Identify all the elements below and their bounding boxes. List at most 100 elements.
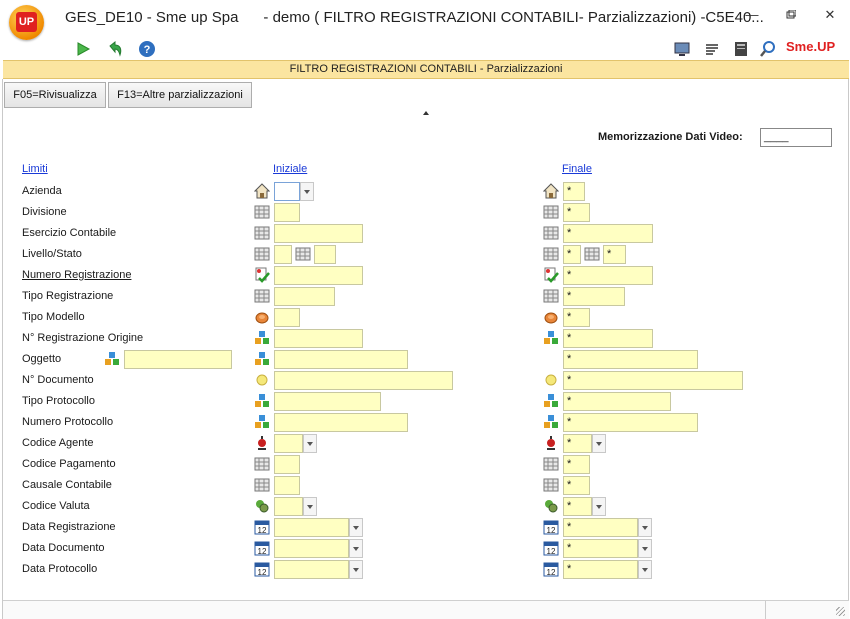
final-field[interactable]: * bbox=[563, 518, 638, 537]
table-icon[interactable] bbox=[254, 456, 270, 472]
calendar-icon[interactable]: 12 bbox=[254, 561, 270, 577]
final-field[interactable]: * bbox=[563, 266, 653, 285]
f05-refresh-button[interactable]: F05=Rivisualizza bbox=[4, 82, 106, 108]
final-field[interactable]: * bbox=[563, 560, 638, 579]
table-icon[interactable] bbox=[543, 288, 559, 304]
initial-field[interactable] bbox=[274, 329, 363, 348]
final-field[interactable]: * bbox=[563, 308, 590, 327]
f13-more-filters-button[interactable]: F13=Altre parzializzazioni bbox=[108, 82, 252, 108]
final-field[interactable]: * bbox=[563, 497, 592, 516]
initial-field[interactable] bbox=[274, 455, 300, 474]
col-header-limiti[interactable]: Limiti bbox=[22, 163, 48, 175]
calendar-icon[interactable]: 12 bbox=[254, 540, 270, 556]
final-field[interactable]: * bbox=[563, 476, 590, 495]
final-field[interactable]: * bbox=[563, 434, 592, 453]
chevron-down-icon[interactable] bbox=[303, 434, 317, 453]
chevron-down-icon[interactable] bbox=[592, 434, 606, 453]
house-icon[interactable] bbox=[253, 183, 271, 199]
livello-final-field[interactable]: * bbox=[563, 245, 581, 264]
initial-field[interactable] bbox=[274, 497, 303, 516]
chevron-down-icon[interactable] bbox=[638, 539, 652, 558]
check-doc-icon[interactable] bbox=[543, 267, 559, 283]
final-field[interactable]: * bbox=[563, 224, 653, 243]
final-field[interactable]: * bbox=[563, 392, 671, 411]
chevron-down-icon[interactable] bbox=[638, 518, 652, 537]
calendar-icon[interactable]: 12 bbox=[543, 561, 559, 577]
table-icon[interactable] bbox=[295, 246, 311, 262]
house-icon[interactable] bbox=[542, 183, 560, 199]
cubes-icon[interactable] bbox=[254, 414, 270, 430]
magnifier-icon[interactable] bbox=[759, 40, 777, 58]
final-field[interactable]: * bbox=[563, 203, 590, 222]
table-icon[interactable] bbox=[543, 204, 559, 220]
initial-field[interactable] bbox=[274, 287, 335, 306]
initial-field[interactable] bbox=[274, 413, 408, 432]
cubes-icon[interactable] bbox=[543, 393, 559, 409]
initial-field[interactable] bbox=[274, 434, 303, 453]
cubes-icon[interactable] bbox=[543, 414, 559, 430]
currency-icon[interactable] bbox=[543, 498, 559, 514]
col-header-iniziale[interactable]: Iniziale bbox=[273, 163, 307, 175]
cubes-icon[interactable] bbox=[254, 393, 270, 409]
coin-icon[interactable] bbox=[254, 309, 270, 325]
circle-icon[interactable] bbox=[254, 372, 270, 388]
maximize-icon[interactable] bbox=[776, 6, 806, 26]
table-icon[interactable] bbox=[254, 477, 270, 493]
chevron-down-icon[interactable] bbox=[592, 497, 606, 516]
chevron-down-icon[interactable] bbox=[303, 497, 317, 516]
back-arrow-icon[interactable] bbox=[106, 40, 124, 58]
cubes-icon[interactable] bbox=[254, 330, 270, 346]
table-icon[interactable] bbox=[543, 477, 559, 493]
play-icon[interactable] bbox=[74, 40, 92, 58]
initial-field[interactable] bbox=[274, 560, 349, 579]
final-field[interactable]: * bbox=[563, 413, 698, 432]
col-header-finale[interactable]: Finale bbox=[562, 163, 592, 175]
memo-input[interactable]: ____ bbox=[760, 128, 832, 147]
table-icon[interactable] bbox=[543, 246, 559, 262]
final-field[interactable]: * bbox=[563, 350, 698, 369]
initial-field[interactable] bbox=[274, 392, 381, 411]
table-icon[interactable] bbox=[254, 225, 270, 241]
coin-icon[interactable] bbox=[543, 309, 559, 325]
chevron-down-icon[interactable] bbox=[638, 560, 652, 579]
table-icon[interactable] bbox=[543, 225, 559, 241]
chevron-down-icon[interactable] bbox=[349, 539, 363, 558]
table-icon[interactable] bbox=[254, 288, 270, 304]
stato-final-field[interactable]: * bbox=[603, 245, 626, 264]
final-field[interactable]: * bbox=[563, 287, 625, 306]
circle-icon[interactable] bbox=[543, 372, 559, 388]
monitor-icon[interactable] bbox=[673, 40, 691, 58]
check-doc-icon[interactable] bbox=[254, 267, 270, 283]
agent-icon[interactable] bbox=[543, 435, 559, 451]
initial-field[interactable] bbox=[274, 539, 349, 558]
final-field[interactable]: * bbox=[563, 539, 638, 558]
table-icon[interactable] bbox=[254, 246, 270, 262]
final-field[interactable]: * bbox=[563, 371, 743, 390]
collapse-arrow-icon[interactable] bbox=[423, 111, 429, 115]
initial-field[interactable] bbox=[274, 266, 363, 285]
initial-field[interactable] bbox=[274, 203, 300, 222]
currency-icon[interactable] bbox=[254, 498, 270, 514]
document-icon[interactable] bbox=[732, 40, 750, 58]
stato-initial-field[interactable] bbox=[314, 245, 336, 264]
cubes-icon[interactable] bbox=[254, 351, 270, 367]
livello-initial-field[interactable] bbox=[274, 245, 292, 264]
initial-field[interactable] bbox=[274, 476, 300, 495]
final-field[interactable]: * bbox=[563, 329, 653, 348]
calendar-icon[interactable]: 12 bbox=[543, 519, 559, 535]
chevron-down-icon[interactable] bbox=[349, 518, 363, 537]
cubes-icon[interactable] bbox=[104, 351, 120, 367]
minimize-icon[interactable]: — bbox=[737, 6, 767, 26]
list-icon[interactable] bbox=[703, 40, 721, 58]
chevron-down-icon[interactable] bbox=[300, 182, 314, 201]
table-icon[interactable] bbox=[254, 204, 270, 220]
oggetto-extra-field[interactable] bbox=[124, 350, 232, 369]
final-field[interactable]: * bbox=[563, 455, 590, 474]
initial-field[interactable] bbox=[274, 350, 408, 369]
table-icon[interactable] bbox=[584, 246, 600, 262]
resize-grip-icon[interactable] bbox=[836, 607, 845, 616]
row-label[interactable]: Numero Registrazione bbox=[22, 269, 131, 281]
table-icon[interactable] bbox=[543, 456, 559, 472]
final-field[interactable]: * bbox=[563, 182, 585, 201]
initial-field[interactable] bbox=[274, 224, 363, 243]
